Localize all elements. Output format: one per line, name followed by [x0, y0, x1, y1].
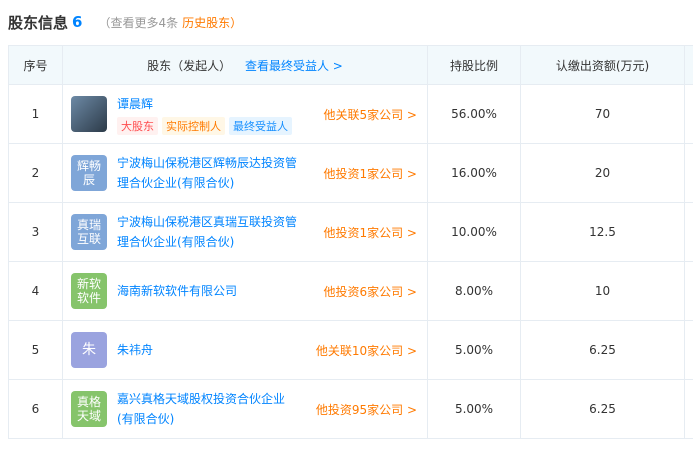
row-index: 4: [8, 261, 63, 321]
related-companies-link[interactable]: 他投资95家公司 >: [316, 401, 417, 418]
holding-ratio: 5.00%: [427, 379, 521, 439]
extra-cell: [684, 379, 693, 439]
shareholder-logo[interactable]: 朱: [71, 332, 107, 368]
table-header-row: 序号 股东（发起人） 查看最终受益人 > 持股比例 认缴出资额(万元): [8, 45, 693, 85]
owner-cell: 新软 软件 海南新软软件有限公司 他投资6家公司 >: [62, 261, 428, 321]
subscribed-amount: 6.25: [520, 379, 685, 439]
subscribed-amount: 70: [520, 84, 685, 144]
shareholder-name-link[interactable]: 嘉兴真格天域股权投资合伙企业(有限合伙): [117, 389, 297, 429]
table-row: 3 真瑞 互联 宁波梅山保税港区真瑞互联投资管理合伙企业(有限合伙) 他投资1家公司 …: [8, 202, 693, 262]
table-row: 1 谭晨辉大股东 实际控制人 最终受益人 他关联5家公司 > 56.00% 70: [8, 84, 693, 144]
holding-ratio: 10.00%: [427, 202, 521, 262]
row-index: 3: [8, 202, 63, 262]
extra-cell: [684, 84, 693, 144]
column-extra: [684, 45, 693, 85]
related-companies-link[interactable]: 他关联10家公司 >: [316, 342, 417, 359]
related-companies-link[interactable]: 他投资1家公司 >: [323, 224, 417, 241]
subscribed-amount: 6.25: [520, 320, 685, 380]
shareholder-tag: 大股东: [117, 116, 158, 135]
related-companies-link[interactable]: 他投资6家公司 >: [323, 283, 417, 300]
owner-cell: 真瑞 互联 宁波梅山保税港区真瑞互联投资管理合伙企业(有限合伙) 他投资1家公司 >: [62, 202, 428, 262]
column-owner: 股东（发起人） 查看最终受益人 >: [62, 45, 428, 85]
shareholder-name-link[interactable]: 宁波梅山保税港区辉畅辰达投资管理合伙企业(有限合伙): [117, 153, 297, 193]
extra-cell: [684, 202, 693, 262]
owner-cell: 谭晨辉大股东 实际控制人 最终受益人 他关联5家公司 >: [62, 84, 428, 144]
view-more-link[interactable]: （查看更多4条: [98, 14, 178, 31]
holding-ratio: 16.00%: [427, 143, 521, 203]
shareholder-tag: 最终受益人: [229, 116, 292, 135]
owner-cell: 真格 天域 嘉兴真格天域股权投资合伙企业(有限合伙) 他投资95家公司 >: [62, 379, 428, 439]
section-title: 股东信息: [8, 13, 69, 32]
column-owner-label: 股东（发起人）: [147, 58, 232, 73]
table-row: 4 新软 软件 海南新软软件有限公司 他投资6家公司 > 8.00% 10: [8, 261, 693, 321]
section-header: 股东信息 6 （查看更多4条 历史股东）: [8, 8, 242, 36]
shareholder-logo[interactable]: 真瑞 互联: [71, 214, 107, 250]
extra-cell: [684, 320, 693, 380]
shareholder-name-link[interactable]: 宁波梅山保税港区真瑞互联投资管理合伙企业(有限合伙): [117, 212, 297, 252]
view-beneficiary-link[interactable]: 查看最终受益人 >: [245, 59, 343, 73]
extra-cell: [684, 143, 693, 203]
column-index: 序号: [8, 45, 63, 85]
subscribed-amount: 20: [520, 143, 685, 203]
row-index: 6: [8, 379, 63, 439]
shareholder-name-link[interactable]: 海南新软软件有限公司: [117, 281, 297, 301]
subscribed-amount: 10: [520, 261, 685, 321]
shareholder-logo[interactable]: 真格 天域: [71, 391, 107, 427]
holding-ratio: 8.00%: [427, 261, 521, 321]
column-ratio: 持股比例: [427, 45, 521, 85]
history-shareholders-link[interactable]: 历史股东）: [182, 14, 242, 31]
table-row: 2 辉畅 辰宁波梅山保税港区辉畅辰达投资管理合伙企业(有限合伙) 他投资1家公司 >…: [8, 143, 693, 203]
tag-list: 大股东 实际控制人 最终受益人: [117, 116, 297, 135]
table-row: 6 真格 天域 嘉兴真格天域股权投资合伙企业(有限合伙) 他投资95家公司 > 5.00…: [8, 379, 693, 439]
row-index: 5: [8, 320, 63, 380]
row-index: 1: [8, 84, 63, 144]
shareholder-table: 序号 股东（发起人） 查看最终受益人 > 持股比例 认缴出资额(万元) 1 谭晨辉…: [8, 45, 693, 439]
shareholder-name-link[interactable]: 朱祎舟: [117, 340, 297, 360]
owner-cell: 辉畅 辰宁波梅山保税港区辉畅辰达投资管理合伙企业(有限合伙) 他投资1家公司 >: [62, 143, 428, 203]
shareholder-tag: 实际控制人: [162, 116, 225, 135]
shareholder-logo[interactable]: [71, 96, 107, 132]
subscribed-amount: 12.5: [520, 202, 685, 262]
extra-cell: [684, 261, 693, 321]
column-amount: 认缴出资额(万元): [520, 45, 685, 85]
holding-ratio: 5.00%: [427, 320, 521, 380]
row-index: 2: [8, 143, 63, 203]
related-companies-link[interactable]: 他投资1家公司 >: [323, 165, 417, 182]
table-row: 5 朱朱祎舟 他关联10家公司 > 5.00% 6.25: [8, 320, 693, 380]
shareholder-logo[interactable]: 辉畅 辰: [71, 155, 107, 191]
shareholder-name-link[interactable]: 谭晨辉: [117, 94, 297, 114]
holding-ratio: 56.00%: [427, 84, 521, 144]
shareholder-logo[interactable]: 新软 软件: [71, 273, 107, 309]
owner-cell: 朱朱祎舟 他关联10家公司 >: [62, 320, 428, 380]
shareholder-count: 6: [72, 13, 83, 31]
related-companies-link[interactable]: 他关联5家公司 >: [323, 106, 417, 123]
